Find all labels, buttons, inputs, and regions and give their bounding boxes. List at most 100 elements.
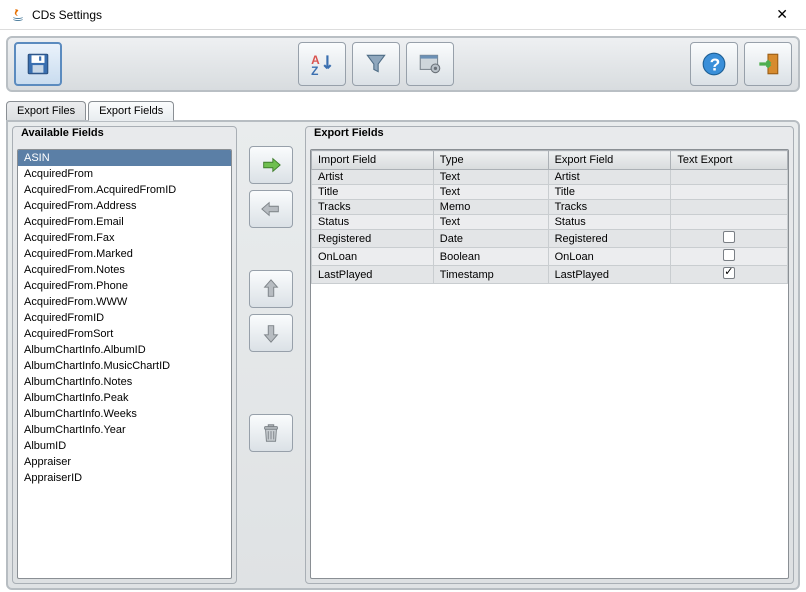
list-item[interactable]: AcquiredFromSort bbox=[18, 326, 231, 342]
table-cell[interactable]: Artist bbox=[312, 170, 434, 185]
text-export-cell[interactable] bbox=[671, 200, 788, 215]
column-header[interactable]: Type bbox=[433, 151, 548, 170]
help-button[interactable]: ? bbox=[690, 42, 738, 86]
help-icon: ? bbox=[701, 51, 727, 77]
arrow-left-icon bbox=[260, 198, 282, 220]
table-cell[interactable]: Tracks bbox=[312, 200, 434, 215]
text-export-cell[interactable] bbox=[671, 248, 788, 266]
table-row[interactable]: TracksMemoTracks bbox=[312, 200, 788, 215]
svg-text:Z: Z bbox=[311, 64, 318, 77]
filter-button[interactable] bbox=[352, 42, 400, 86]
list-item[interactable]: AcquiredFrom.WWW bbox=[18, 294, 231, 310]
table-cell[interactable]: Boolean bbox=[433, 248, 548, 266]
main-toolbar: A Z ? bbox=[6, 36, 800, 92]
list-item[interactable]: AlbumID bbox=[18, 438, 231, 454]
table-row[interactable]: TitleTextTitle bbox=[312, 185, 788, 200]
exit-button[interactable] bbox=[744, 42, 792, 86]
table-cell[interactable]: Date bbox=[433, 230, 548, 248]
exit-icon bbox=[755, 51, 781, 77]
close-button[interactable]: ✕ bbox=[768, 4, 796, 25]
list-item[interactable]: AlbumChartInfo.AlbumID bbox=[18, 342, 231, 358]
arrow-down-icon bbox=[260, 322, 282, 344]
table-cell[interactable]: Text bbox=[433, 215, 548, 230]
export-fields-table-wrap: Import FieldTypeExport FieldText Export … bbox=[310, 149, 789, 579]
tab-export-fields[interactable]: Export Fields bbox=[88, 101, 174, 121]
table-cell[interactable]: Registered bbox=[548, 230, 671, 248]
table-row[interactable]: StatusTextStatus bbox=[312, 215, 788, 230]
settings-button[interactable] bbox=[406, 42, 454, 86]
table-cell[interactable]: Status bbox=[548, 215, 671, 230]
text-export-cell[interactable] bbox=[671, 185, 788, 200]
list-item[interactable]: AcquiredFrom.Email bbox=[18, 214, 231, 230]
list-item[interactable]: AlbumChartInfo.Notes bbox=[18, 374, 231, 390]
table-cell[interactable]: Status bbox=[312, 215, 434, 230]
table-cell[interactable]: Text bbox=[433, 185, 548, 200]
text-export-cell[interactable] bbox=[671, 230, 788, 248]
sort-button[interactable]: A Z bbox=[298, 42, 346, 86]
list-item[interactable]: AcquiredFrom bbox=[18, 166, 231, 182]
checkbox[interactable] bbox=[723, 267, 735, 279]
export-fields-table[interactable]: Import FieldTypeExport FieldText Export … bbox=[311, 150, 788, 284]
checkbox[interactable] bbox=[723, 249, 735, 261]
list-item[interactable]: AppraiserID bbox=[18, 470, 231, 486]
available-fields-list[interactable]: ASINAcquiredFromAcquiredFrom.AcquiredFro… bbox=[17, 149, 232, 579]
java-icon bbox=[10, 7, 26, 23]
list-item[interactable]: AcquiredFrom.Notes bbox=[18, 262, 231, 278]
delete-button[interactable] bbox=[249, 414, 293, 452]
save-icon bbox=[25, 51, 51, 77]
remove-button[interactable] bbox=[249, 190, 293, 228]
list-item[interactable]: AcquiredFromID bbox=[18, 310, 231, 326]
table-cell[interactable]: Artist bbox=[548, 170, 671, 185]
window-gear-icon bbox=[417, 51, 443, 77]
export-fields-panel: Available Fields ASINAcquiredFromAcquire… bbox=[6, 120, 800, 590]
funnel-icon bbox=[363, 51, 389, 77]
column-header[interactable]: Text Export bbox=[671, 151, 788, 170]
list-item[interactable]: ASIN bbox=[18, 150, 231, 166]
svg-text:?: ? bbox=[710, 55, 721, 75]
list-item[interactable]: AcquiredFrom.Fax bbox=[18, 230, 231, 246]
list-item[interactable]: AlbumChartInfo.Weeks bbox=[18, 406, 231, 422]
table-cell[interactable]: OnLoan bbox=[548, 248, 671, 266]
export-fields-title: Export Fields bbox=[312, 127, 386, 139]
tab-export-files[interactable]: Export Files bbox=[6, 101, 86, 120]
table-row[interactable]: ArtistTextArtist bbox=[312, 170, 788, 185]
list-item[interactable]: AcquiredFrom.AcquiredFromID bbox=[18, 182, 231, 198]
table-row[interactable]: RegisteredDateRegistered bbox=[312, 230, 788, 248]
list-item[interactable]: AlbumChartInfo.MusicChartID bbox=[18, 358, 231, 374]
list-item[interactable]: AcquiredFrom.Phone bbox=[18, 278, 231, 294]
table-cell[interactable]: Tracks bbox=[548, 200, 671, 215]
move-down-button[interactable] bbox=[249, 314, 293, 352]
table-cell[interactable]: Title bbox=[312, 185, 434, 200]
text-export-cell[interactable] bbox=[671, 266, 788, 284]
table-cell[interactable]: Registered bbox=[312, 230, 434, 248]
checkbox[interactable] bbox=[723, 231, 735, 243]
trash-icon bbox=[260, 422, 282, 444]
table-cell[interactable]: LastPlayed bbox=[548, 266, 671, 284]
table-cell[interactable]: OnLoan bbox=[312, 248, 434, 266]
list-item[interactable]: AcquiredFrom.Marked bbox=[18, 246, 231, 262]
list-item[interactable]: AcquiredFrom.Address bbox=[18, 198, 231, 214]
arrow-up-icon bbox=[260, 278, 282, 300]
save-button[interactable] bbox=[14, 42, 62, 86]
list-item[interactable]: AlbumChartInfo.Peak bbox=[18, 390, 231, 406]
list-item[interactable]: Appraiser bbox=[18, 454, 231, 470]
window-title: CDs Settings bbox=[32, 8, 768, 22]
list-item[interactable]: AlbumChartInfo.Year bbox=[18, 422, 231, 438]
column-header[interactable]: Import Field bbox=[312, 151, 434, 170]
table-row[interactable]: OnLoanBooleanOnLoan bbox=[312, 248, 788, 266]
add-button[interactable] bbox=[249, 146, 293, 184]
table-cell[interactable]: Memo bbox=[433, 200, 548, 215]
available-fields-title: Available Fields bbox=[19, 127, 106, 139]
table-cell[interactable]: Text bbox=[433, 170, 548, 185]
table-row[interactable]: LastPlayedTimestampLastPlayed bbox=[312, 266, 788, 284]
move-up-button[interactable] bbox=[249, 270, 293, 308]
text-export-cell[interactable] bbox=[671, 170, 788, 185]
tab-strip: Export FilesExport Fields bbox=[6, 98, 800, 120]
export-fields-group: Export Fields Import FieldTypeExport Fie… bbox=[305, 126, 794, 584]
table-cell[interactable]: LastPlayed bbox=[312, 266, 434, 284]
table-cell[interactable]: Title bbox=[548, 185, 671, 200]
table-cell[interactable]: Timestamp bbox=[433, 266, 548, 284]
text-export-cell[interactable] bbox=[671, 215, 788, 230]
column-header[interactable]: Export Field bbox=[548, 151, 671, 170]
arrow-right-icon bbox=[260, 154, 282, 176]
